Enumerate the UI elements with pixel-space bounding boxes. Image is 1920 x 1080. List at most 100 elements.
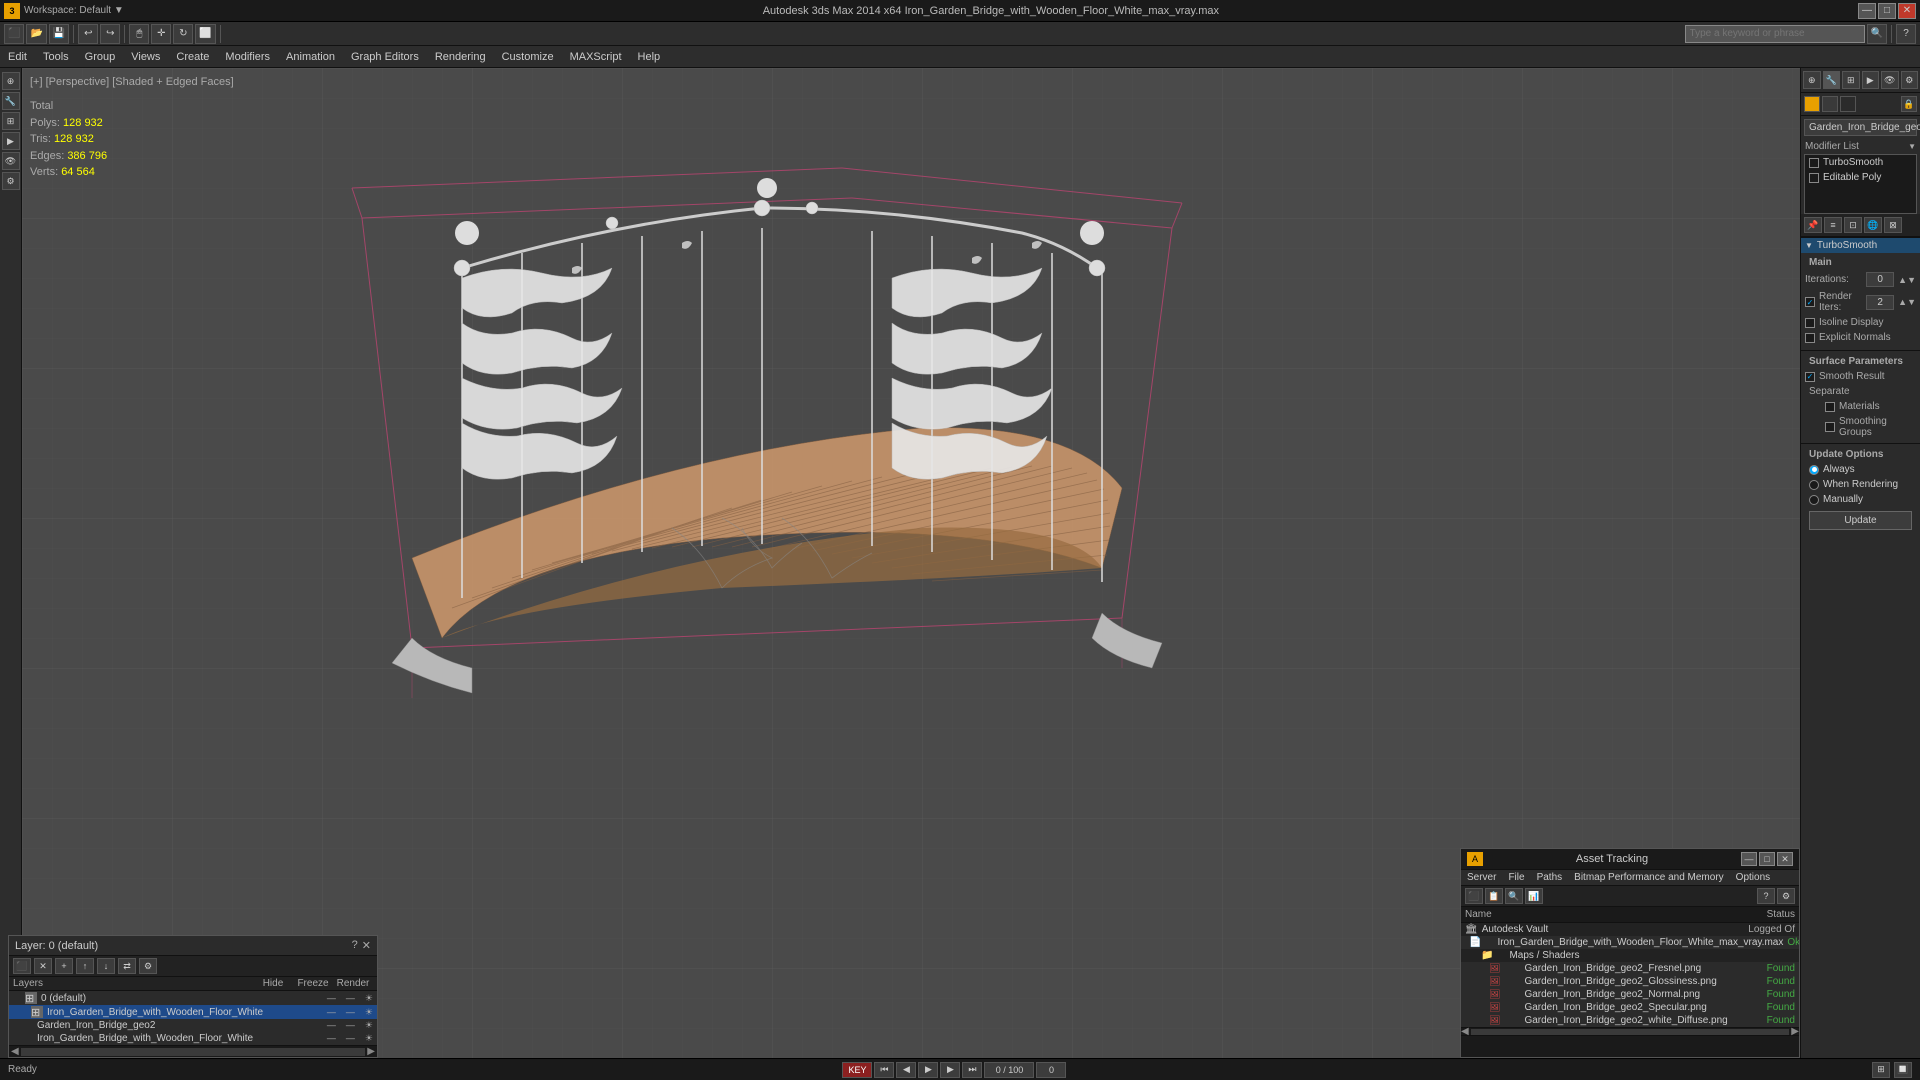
rotate-btn[interactable]: ↻ [173, 24, 193, 44]
menu-graph-editors[interactable]: Graph Editors [343, 46, 427, 68]
object-name-field[interactable]: Garden_Iron_Bridge_geo2 [1804, 119, 1917, 136]
asset-row-fresnel[interactable]: 🖼 Garden_Iron_Bridge_geo2_Fresnel.png Fo… [1461, 962, 1799, 975]
modify-panel-tab[interactable]: 🔧 [1823, 71, 1841, 89]
scale-btn[interactable]: ⬜ [195, 24, 215, 44]
workspace-selector[interactable]: Workspace: Default ▼ [24, 5, 124, 16]
freeze-ctrl-2[interactable]: — [346, 1020, 355, 1031]
asset-tool-1[interactable]: ⬛ [1465, 888, 1483, 904]
layer-settings-tool[interactable]: ⚙ [139, 958, 157, 974]
motion-tab[interactable]: ▶ [2, 132, 20, 150]
close-button[interactable]: ✕ [1898, 3, 1916, 19]
sub-world-btn[interactable]: 🌐 [1864, 217, 1882, 233]
asset-scroll-track[interactable] [1471, 1029, 1790, 1035]
explicit-normals-checkbox[interactable] [1805, 333, 1815, 343]
layers-scroll-track[interactable] [21, 1048, 366, 1056]
smoothing-groups-checkbox[interactable] [1825, 422, 1835, 432]
create-tab[interactable]: ⊕ [2, 72, 20, 90]
menu-rendering[interactable]: Rendering [427, 46, 494, 68]
asset-row-specular[interactable]: 🖼 Garden_Iron_Bridge_geo2_Specular.png F… [1461, 1001, 1799, 1014]
iterations-spinner[interactable]: ▲▼ [1898, 275, 1916, 285]
asset-settings-btn[interactable]: ⚙ [1777, 888, 1795, 904]
layers-close-btn[interactable]: ✕ [362, 939, 371, 952]
render-ctrl-2[interactable]: ☀ [365, 1020, 373, 1031]
modify-tab[interactable]: 🔧 [2, 92, 20, 110]
frame-counter[interactable]: 0 / 100 [984, 1062, 1034, 1078]
layers-help-btn[interactable]: ? [352, 939, 358, 952]
color-swatch-3[interactable] [1840, 96, 1856, 112]
search-icon-btn[interactable]: 🔍 [1867, 24, 1887, 44]
layer-row-default[interactable]: ⊞ 0 (default) — — ☀ [9, 991, 377, 1005]
menu-tools[interactable]: Tools [35, 46, 77, 68]
hide-ctrl-2[interactable]: — [327, 1020, 336, 1031]
manually-radio[interactable] [1809, 495, 1819, 505]
turbosmooth-checkbox[interactable] [1809, 158, 1819, 168]
layer-up-tool[interactable]: ↑ [76, 958, 94, 974]
new-btn[interactable]: ⬛ [4, 24, 24, 44]
when-rendering-radio[interactable] [1809, 480, 1819, 490]
layer-down-tool[interactable]: ↓ [97, 958, 115, 974]
asset-close-btn[interactable]: ✕ [1777, 852, 1793, 866]
isoline-checkbox[interactable] [1805, 318, 1815, 328]
asset-row-diffuse[interactable]: 🖼 Garden_Iron_Bridge_geo2_white_Diffuse.… [1461, 1014, 1799, 1027]
freeze-ctrl-1[interactable]: — [346, 1007, 355, 1018]
hierarchy-panel-tab[interactable]: ⊞ [1842, 71, 1860, 89]
menu-animation[interactable]: Animation [278, 46, 343, 68]
modifier-editable-poly[interactable]: Editable Poly [1805, 170, 1916, 185]
display-panel-tab[interactable]: 👁 [1881, 71, 1899, 89]
editablepoly-checkbox[interactable] [1809, 173, 1819, 183]
asset-scroll-left[interactable]: ◀ [1461, 1026, 1469, 1037]
smooth-result-checkbox[interactable] [1805, 372, 1815, 382]
frame-skip-start[interactable]: ⏮ [874, 1062, 894, 1078]
open-btn[interactable]: 📂 [26, 24, 46, 44]
asset-row-maxfile[interactable]: 📄 Iron_Garden_Bridge_with_Wooden_Floor_W… [1461, 936, 1799, 949]
layers-scroll-right[interactable]: ▶ [367, 1046, 375, 1057]
turbosmooth-section-header[interactable]: ▼ TurboSmooth [1801, 237, 1920, 253]
sub-obj-btn[interactable]: ⊡ [1844, 217, 1862, 233]
sub-stack-btn[interactable]: ≡ [1824, 217, 1842, 233]
snap-toggle[interactable]: 🔲 [1894, 1062, 1912, 1078]
asset-help-btn[interactable]: ? [1757, 888, 1775, 904]
undo-btn[interactable]: ↩ [78, 24, 98, 44]
materials-checkbox[interactable] [1825, 402, 1835, 412]
render-iters-value[interactable]: 2 [1866, 295, 1894, 310]
hide-ctrl-0[interactable]: — [327, 993, 336, 1004]
utilities-tab[interactable]: ⚙ [2, 172, 20, 190]
menu-edit[interactable]: Edit [0, 46, 35, 68]
menu-maxscript[interactable]: MAXScript [562, 46, 630, 68]
modifier-turbosmooth[interactable]: TurboSmooth [1805, 155, 1916, 170]
asset-tool-3[interactable]: 🔍 [1505, 888, 1523, 904]
asset-tool-4[interactable]: 📊 [1525, 888, 1543, 904]
sub-pin-btn[interactable]: 📌 [1804, 217, 1822, 233]
iterations-value[interactable]: 0 [1866, 272, 1894, 287]
menu-views[interactable]: Views [123, 46, 168, 68]
render-iters-spinner[interactable]: ▲▼ [1898, 297, 1916, 307]
move-btn[interactable]: ✛ [151, 24, 171, 44]
lock-icon[interactable]: 🔒 [1901, 96, 1917, 112]
render-ctrl-0[interactable]: ☀ [365, 993, 373, 1004]
asset-menu-paths[interactable]: Paths [1531, 870, 1569, 885]
layers-scrollbar[interactable]: ◀ ▶ [9, 1045, 377, 1057]
redo-btn[interactable]: ↪ [100, 24, 120, 44]
menu-group[interactable]: Group [77, 46, 124, 68]
always-radio[interactable] [1809, 465, 1819, 475]
next-frame-btn[interactable]: ▶ [940, 1062, 960, 1078]
asset-row-glossiness[interactable]: 🖼 Garden_Iron_Bridge_geo2_Glossiness.png… [1461, 975, 1799, 988]
select-btn[interactable]: 🖱 [129, 24, 149, 44]
update-button[interactable]: Update [1809, 511, 1912, 530]
layer-row-geo2[interactable]: Garden_Iron_Bridge_geo2 — — ☀ [9, 1019, 377, 1032]
asset-row-vault[interactable]: 🏛 Autodesk Vault Logged Of [1461, 923, 1799, 936]
maximize-button[interactable]: □ [1878, 3, 1896, 19]
color-swatch-2[interactable] [1822, 96, 1838, 112]
save-btn[interactable]: 💾 [49, 24, 69, 44]
layer-select-tool[interactable]: ⬛ [13, 958, 31, 974]
help-btn[interactable]: ? [1896, 24, 1916, 44]
menu-modifiers[interactable]: Modifiers [217, 46, 278, 68]
hide-ctrl-3[interactable]: — [327, 1033, 336, 1044]
layer-row-iron-bridge[interactable]: ⊞ Iron_Garden_Bridge_with_Wooden_Floor_W… [9, 1005, 377, 1019]
hide-ctrl-1[interactable]: — [327, 1007, 336, 1018]
grid-toggle[interactable]: ⊞ [1872, 1062, 1890, 1078]
layer-move-tool[interactable]: ⇄ [118, 958, 136, 974]
modifier-list-box[interactable]: TurboSmooth Editable Poly [1804, 154, 1917, 214]
layer-delete-tool[interactable]: ✕ [34, 958, 52, 974]
asset-row-normal[interactable]: 🖼 Garden_Iron_Bridge_geo2_Normal.png Fou… [1461, 988, 1799, 1001]
